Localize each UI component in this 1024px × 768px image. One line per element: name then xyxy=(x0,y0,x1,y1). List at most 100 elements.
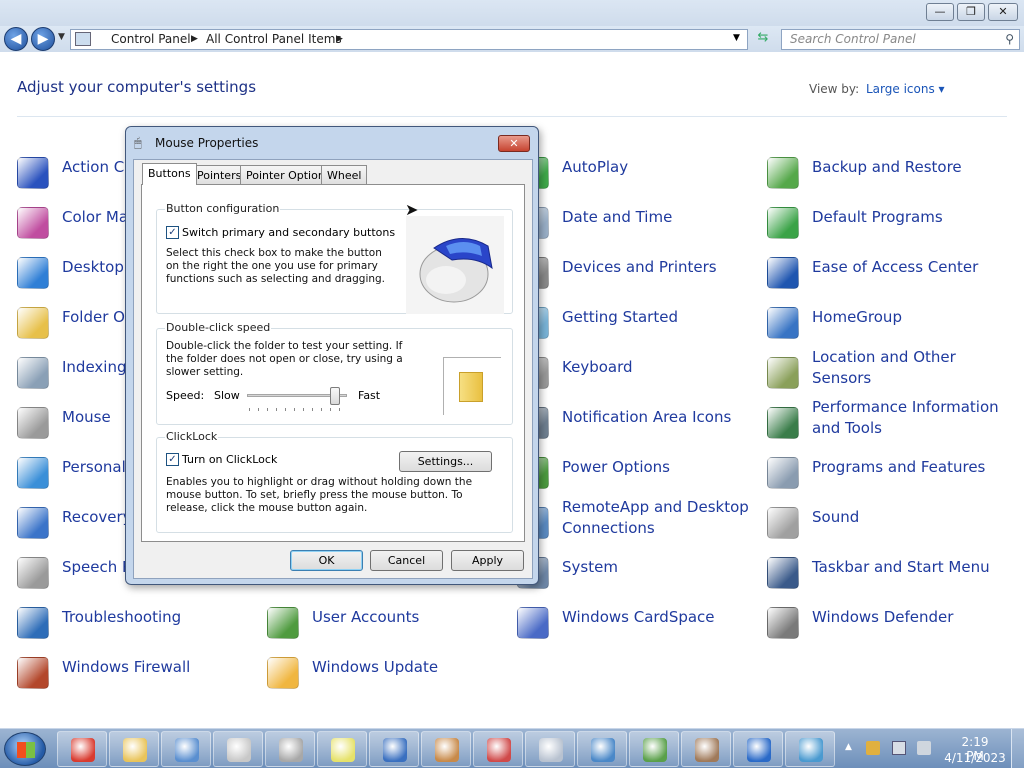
taskbar-sound-button[interactable] xyxy=(265,731,315,767)
page-title: Adjust your computer's settings xyxy=(17,78,257,96)
control-panel-item[interactable]: Taskbar and Start Menu xyxy=(767,557,1007,601)
close-window-button[interactable]: ✕ xyxy=(988,3,1018,21)
photo-viewer-icon xyxy=(591,738,615,762)
item-icon xyxy=(17,457,49,489)
cleanup-icon xyxy=(695,738,719,762)
forward-button[interactable]: ▶ xyxy=(31,27,55,51)
volume-muted-icon[interactable] xyxy=(917,741,931,755)
action-center-flag-icon[interactable] xyxy=(866,741,880,755)
cancel-button[interactable]: Cancel xyxy=(370,550,443,571)
group-title: Double-click speed xyxy=(165,321,272,334)
control-panel-item[interactable]: Windows Update xyxy=(267,657,507,701)
control-panel-item[interactable]: AutoPlay xyxy=(517,157,757,201)
item-icon xyxy=(767,557,799,589)
control-panel-item[interactable]: RemoteApp and Desktop Connections xyxy=(517,498,757,551)
clicklock-checkbox[interactable]: ✓ xyxy=(166,453,179,466)
switch-buttons-checkbox[interactable]: ✓ xyxy=(166,226,179,239)
tab-pointers[interactable]: Pointers xyxy=(191,165,248,185)
dialog-close-button[interactable]: ✕ xyxy=(498,135,530,152)
chart-app-icon xyxy=(643,738,667,762)
speed-slider-ticks xyxy=(249,408,347,411)
search-icon[interactable]: ⚲ xyxy=(1005,32,1014,46)
folder-icon[interactable] xyxy=(459,372,483,402)
control-panel-item[interactable]: Troubleshooting xyxy=(17,607,257,651)
taskbar-paint-button[interactable] xyxy=(421,731,471,767)
control-panel-item[interactable]: System xyxy=(517,557,757,601)
control-panel-item[interactable]: User Accounts xyxy=(267,607,507,651)
control-panel-item[interactable]: Getting Started xyxy=(517,307,757,351)
switch-buttons-label[interactable]: Switch primary and secondary buttons xyxy=(182,226,395,239)
control-panel-icon xyxy=(75,32,91,46)
jet-app-icon xyxy=(799,738,823,762)
test-folder-area[interactable] xyxy=(443,357,501,415)
control-panel-item[interactable]: Sound xyxy=(767,507,1007,551)
control-panel-item[interactable]: Windows CardSpace xyxy=(517,607,757,651)
fast-label: Fast xyxy=(358,389,381,402)
start-button[interactable] xyxy=(4,732,46,766)
control-panel-item[interactable]: Default Programs xyxy=(767,207,1007,251)
snipping-tool-icon xyxy=(487,738,511,762)
taskbar-control-panel-button[interactable] xyxy=(161,731,211,767)
show-desktop-button[interactable] xyxy=(1011,729,1024,768)
taskbar-internet-explorer-button[interactable] xyxy=(733,731,783,767)
taskbar-jet-app-button[interactable] xyxy=(785,731,835,767)
control-panel-item[interactable]: Performance Information and Tools xyxy=(767,398,1007,451)
taskbar-photo-viewer-button[interactable] xyxy=(577,731,627,767)
address-bar[interactable]: Control Panel ▶ All Control Panel Items … xyxy=(70,29,748,50)
divider xyxy=(17,116,1007,117)
item-icon xyxy=(767,207,799,239)
control-panel-item[interactable]: Backup and Restore xyxy=(767,157,1007,201)
clicklock-label[interactable]: Turn on ClickLock xyxy=(182,453,277,466)
control-panel-item[interactable]: Keyboard xyxy=(517,357,757,401)
tab-wheel[interactable]: Wheel xyxy=(321,165,368,185)
mouse-icon xyxy=(227,738,251,762)
item-icon xyxy=(267,657,299,689)
taskbar-snipping-tool-button[interactable] xyxy=(473,731,523,767)
item-icon xyxy=(767,157,799,189)
taskbar-chrome-button[interactable] xyxy=(57,731,107,767)
clock-date[interactable]: 4/11/2023 xyxy=(944,751,1006,765)
breadcrumb-arrow-icon[interactable]: ▶ xyxy=(336,34,343,44)
show-hidden-icons-icon[interactable]: ▲ xyxy=(845,742,852,752)
item-icon xyxy=(767,307,799,339)
maximize-button[interactable]: ❐ xyxy=(957,3,985,21)
control-panel-item[interactable]: Location and Other Sensors xyxy=(767,348,1007,401)
control-panel-item[interactable]: HomeGroup xyxy=(767,307,1007,351)
control-panel-item[interactable]: Ease of Access Center xyxy=(767,257,1007,301)
minimize-button[interactable]: — xyxy=(926,3,954,21)
item-icon xyxy=(517,607,549,639)
control-panel-item[interactable]: Programs and Features xyxy=(767,457,1007,501)
taskbar-cleanup-button[interactable] xyxy=(681,731,731,767)
apply-button[interactable]: Apply xyxy=(451,550,524,571)
item-icon xyxy=(767,607,799,639)
control-panel-item[interactable]: Date and Time xyxy=(517,207,757,251)
breadcrumb-arrow-icon[interactable]: ▶ xyxy=(191,34,198,44)
taskbar-explorer-button[interactable] xyxy=(109,731,159,767)
taskbar-calculator-button[interactable] xyxy=(525,731,575,767)
control-panel-item[interactable]: Windows Firewall xyxy=(17,657,257,701)
speed-slider-thumb[interactable] xyxy=(329,387,340,405)
clicklock-settings-button[interactable]: Settings... xyxy=(399,451,492,472)
taskbar-mouse-button[interactable] xyxy=(213,731,263,767)
recent-pages-dropdown-icon[interactable]: ▼ xyxy=(58,32,65,42)
network-icon[interactable] xyxy=(892,741,906,755)
ok-button[interactable]: OK xyxy=(290,550,363,571)
tab-buttons[interactable]: Buttons xyxy=(142,163,197,185)
item-icon xyxy=(17,157,49,189)
remote-desktop-icon xyxy=(383,738,407,762)
search-input[interactable]: Search Control Panel ⚲ xyxy=(781,29,1020,50)
refresh-icon[interactable]: ⇆ xyxy=(752,30,774,49)
breadcrumb-all-items[interactable]: All Control Panel Items xyxy=(206,32,342,46)
item-icon xyxy=(17,657,49,689)
back-button[interactable]: ◀ xyxy=(4,27,28,51)
control-panel-item[interactable]: Notification Area Icons xyxy=(517,407,757,451)
taskbar-sticky-notes-button[interactable] xyxy=(317,731,367,767)
address-dropdown-icon[interactable]: ▼ xyxy=(733,33,740,43)
control-panel-item[interactable]: Power Options xyxy=(517,457,757,501)
taskbar-chart-app-button[interactable] xyxy=(629,731,679,767)
view-by-dropdown[interactable]: Large icons ▾ xyxy=(866,82,945,96)
breadcrumb-control-panel[interactable]: Control Panel xyxy=(111,32,191,46)
taskbar-remote-desktop-button[interactable] xyxy=(369,731,419,767)
control-panel-item[interactable]: Windows Defender xyxy=(767,607,1007,651)
control-panel-item[interactable]: Devices and Printers xyxy=(517,257,757,301)
